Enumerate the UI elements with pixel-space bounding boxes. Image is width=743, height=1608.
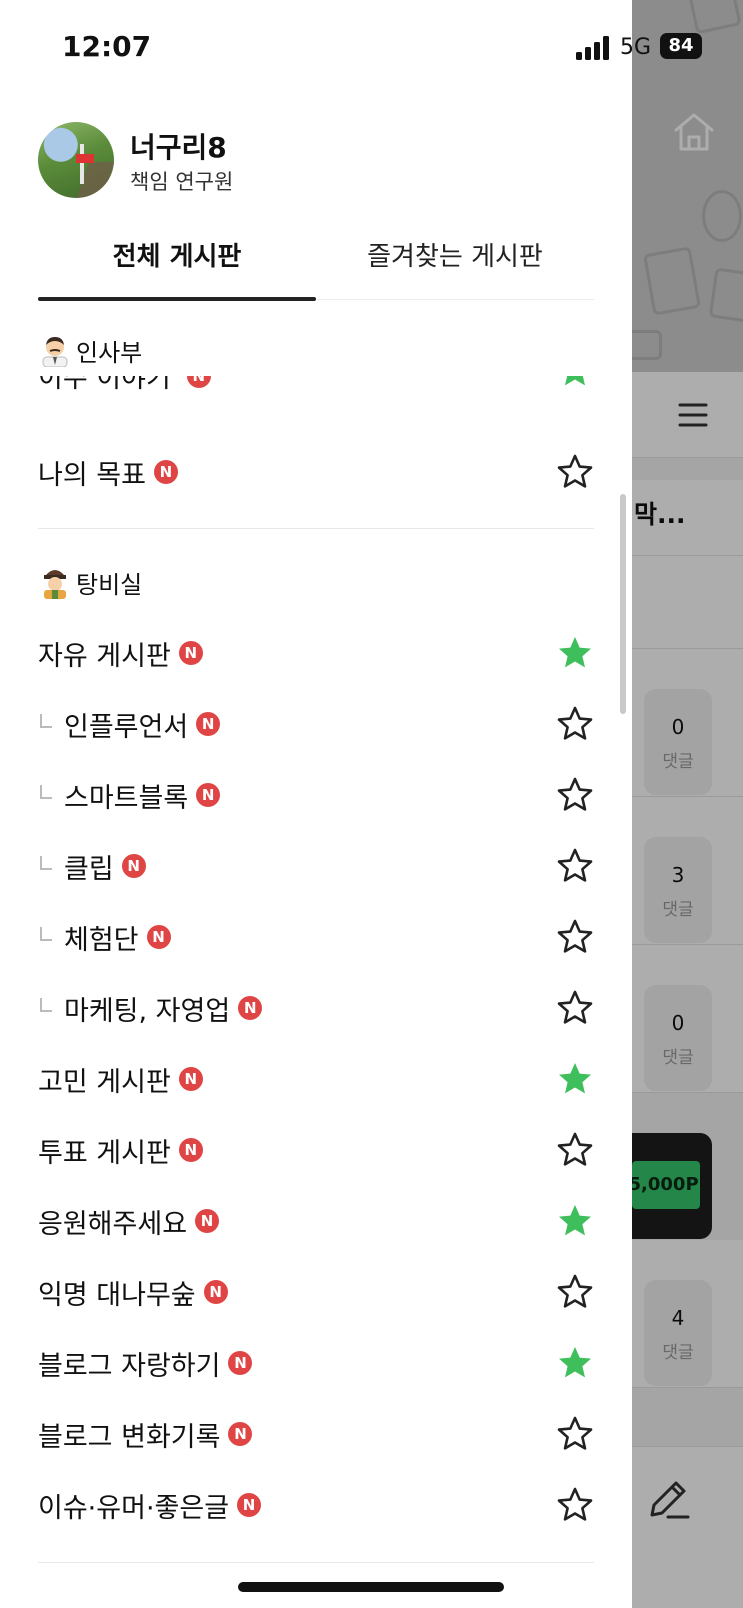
tab-favorite-boards[interactable]: 즐겨찾는 게시판 (316, 232, 594, 300)
star-filled-icon[interactable] (556, 1202, 594, 1240)
board-item-label: 스마트블록 (64, 782, 189, 814)
board-item[interactable]: 인플루언서 N (38, 694, 594, 754)
board-item-label: 체험단 (64, 924, 139, 956)
star-outline-icon[interactable] (556, 776, 594, 814)
board-item[interactable]: 이슈·유머·좋은글 N (38, 1475, 594, 1535)
board-item[interactable]: 마케팅, 자영업 N (38, 978, 594, 1038)
board-item-label: 블로그 자랑하기 (38, 1350, 221, 1382)
star-outline-icon[interactable] (556, 989, 594, 1027)
scrollbar[interactable] (620, 494, 626, 714)
new-badge: N (178, 641, 203, 665)
star-outline-icon[interactable] (556, 1273, 594, 1311)
new-badge: N (186, 376, 211, 388)
board-item[interactable]: 자유 게시판 N (38, 623, 594, 683)
board-item-cut[interactable]: 이주 이야기 N (38, 376, 594, 410)
new-badge: N (237, 1493, 262, 1517)
profile-header[interactable]: 너구리8 책임 연구원 (38, 122, 598, 198)
board-item-label: 응원해주세요 (38, 1208, 188, 1240)
board-item[interactable]: 스마트블록 N (38, 765, 594, 825)
profile-role: 책임 연구원 (130, 170, 234, 194)
new-badge: N (238, 996, 263, 1020)
drawer-tabs: 전체 게시판 즐겨찾는 게시판 (38, 232, 594, 301)
board-item[interactable]: 고민 게시판 N (38, 1049, 594, 1109)
sub-board-indent (40, 714, 52, 728)
star-outline-icon[interactable] (556, 1415, 594, 1453)
star-filled-icon[interactable] (556, 376, 594, 390)
section-divider (38, 1562, 594, 1563)
new-badge: N (195, 1209, 220, 1233)
board-item-label: 투표 게시판 (38, 1137, 171, 1169)
new-badge: N (203, 1280, 228, 1304)
status-time: 12:07 (62, 30, 152, 63)
star-outline-icon[interactable] (556, 847, 594, 885)
new-badge: N (146, 925, 171, 949)
new-badge: N (153, 460, 178, 484)
star-outline-icon[interactable] (556, 453, 594, 491)
section-title: 탕비실 (76, 570, 143, 599)
tab-all-boards[interactable]: 전체 게시판 (38, 232, 316, 301)
star-outline-icon[interactable] (556, 918, 594, 956)
star-filled-icon[interactable] (556, 1344, 594, 1382)
drawer-overlay[interactable] (632, 0, 743, 1608)
new-badge: N (121, 854, 146, 878)
board-item[interactable]: 투표 게시판 N (38, 1120, 594, 1180)
network-type: 5G (620, 35, 652, 60)
board-item-label: 나의 목표 (38, 459, 146, 491)
board-item-label: 마케팅, 자영업 (64, 995, 231, 1027)
sub-board-indent (40, 998, 52, 1012)
board-item[interactable]: 블로그 변화기록 N (38, 1404, 594, 1464)
new-badge: N (196, 783, 221, 807)
section-header-lounge: 탕비실 (38, 560, 142, 604)
profile-name: 너구리8 (130, 131, 227, 164)
avatar (38, 122, 114, 198)
board-item[interactable]: 응원해주세요 N (38, 1191, 594, 1251)
board-item-label: 클립 (64, 853, 114, 885)
side-drawer: 너구리8 책임 연구원 전체 게시판 즐겨찾는 게시판 이주 이야기 N 인사부… (0, 0, 632, 1608)
star-outline-icon[interactable] (556, 1486, 594, 1524)
sub-board-indent (40, 785, 52, 799)
sub-board-indent (40, 856, 52, 870)
star-filled-icon[interactable] (556, 634, 594, 672)
board-item[interactable]: 체험단 N (38, 907, 594, 967)
new-badge: N (178, 1138, 203, 1162)
board-item[interactable]: 클립 N (38, 836, 594, 896)
home-indicator[interactable] (238, 1582, 504, 1592)
star-outline-icon[interactable] (556, 1131, 594, 1169)
section-divider (38, 528, 594, 529)
board-item[interactable]: 나의 목표 N (38, 442, 594, 502)
board-item[interactable]: 블로그 자랑하기 N (38, 1333, 594, 1393)
board-item-label: 인플루언서 (64, 711, 189, 743)
new-badge: N (196, 712, 221, 736)
board-item-label: 이슈·유머·좋은글 (38, 1492, 230, 1524)
new-badge: N (178, 1067, 203, 1091)
chef-icon (44, 570, 66, 599)
signal-icon (576, 36, 609, 60)
section-title: 인사부 (76, 338, 143, 367)
board-item-label: 자유 게시판 (38, 640, 171, 672)
section-header-hr: 인사부 (38, 328, 598, 372)
star-filled-icon[interactable] (556, 1060, 594, 1098)
office-worker-icon (42, 337, 68, 367)
board-item[interactable]: 익명 대나무숲 N (38, 1262, 594, 1322)
sub-board-indent (40, 927, 52, 941)
new-badge: N (228, 1422, 253, 1446)
board-item-label: 이주 이야기 (38, 376, 171, 394)
star-outline-icon[interactable] (556, 705, 594, 743)
board-item-label: 고민 게시판 (38, 1066, 171, 1098)
new-badge: N (228, 1351, 253, 1375)
board-item-label: 블로그 변화기록 (38, 1421, 221, 1453)
board-item-label: 익명 대나무숲 (38, 1279, 196, 1311)
battery-icon: 84 (660, 33, 702, 59)
